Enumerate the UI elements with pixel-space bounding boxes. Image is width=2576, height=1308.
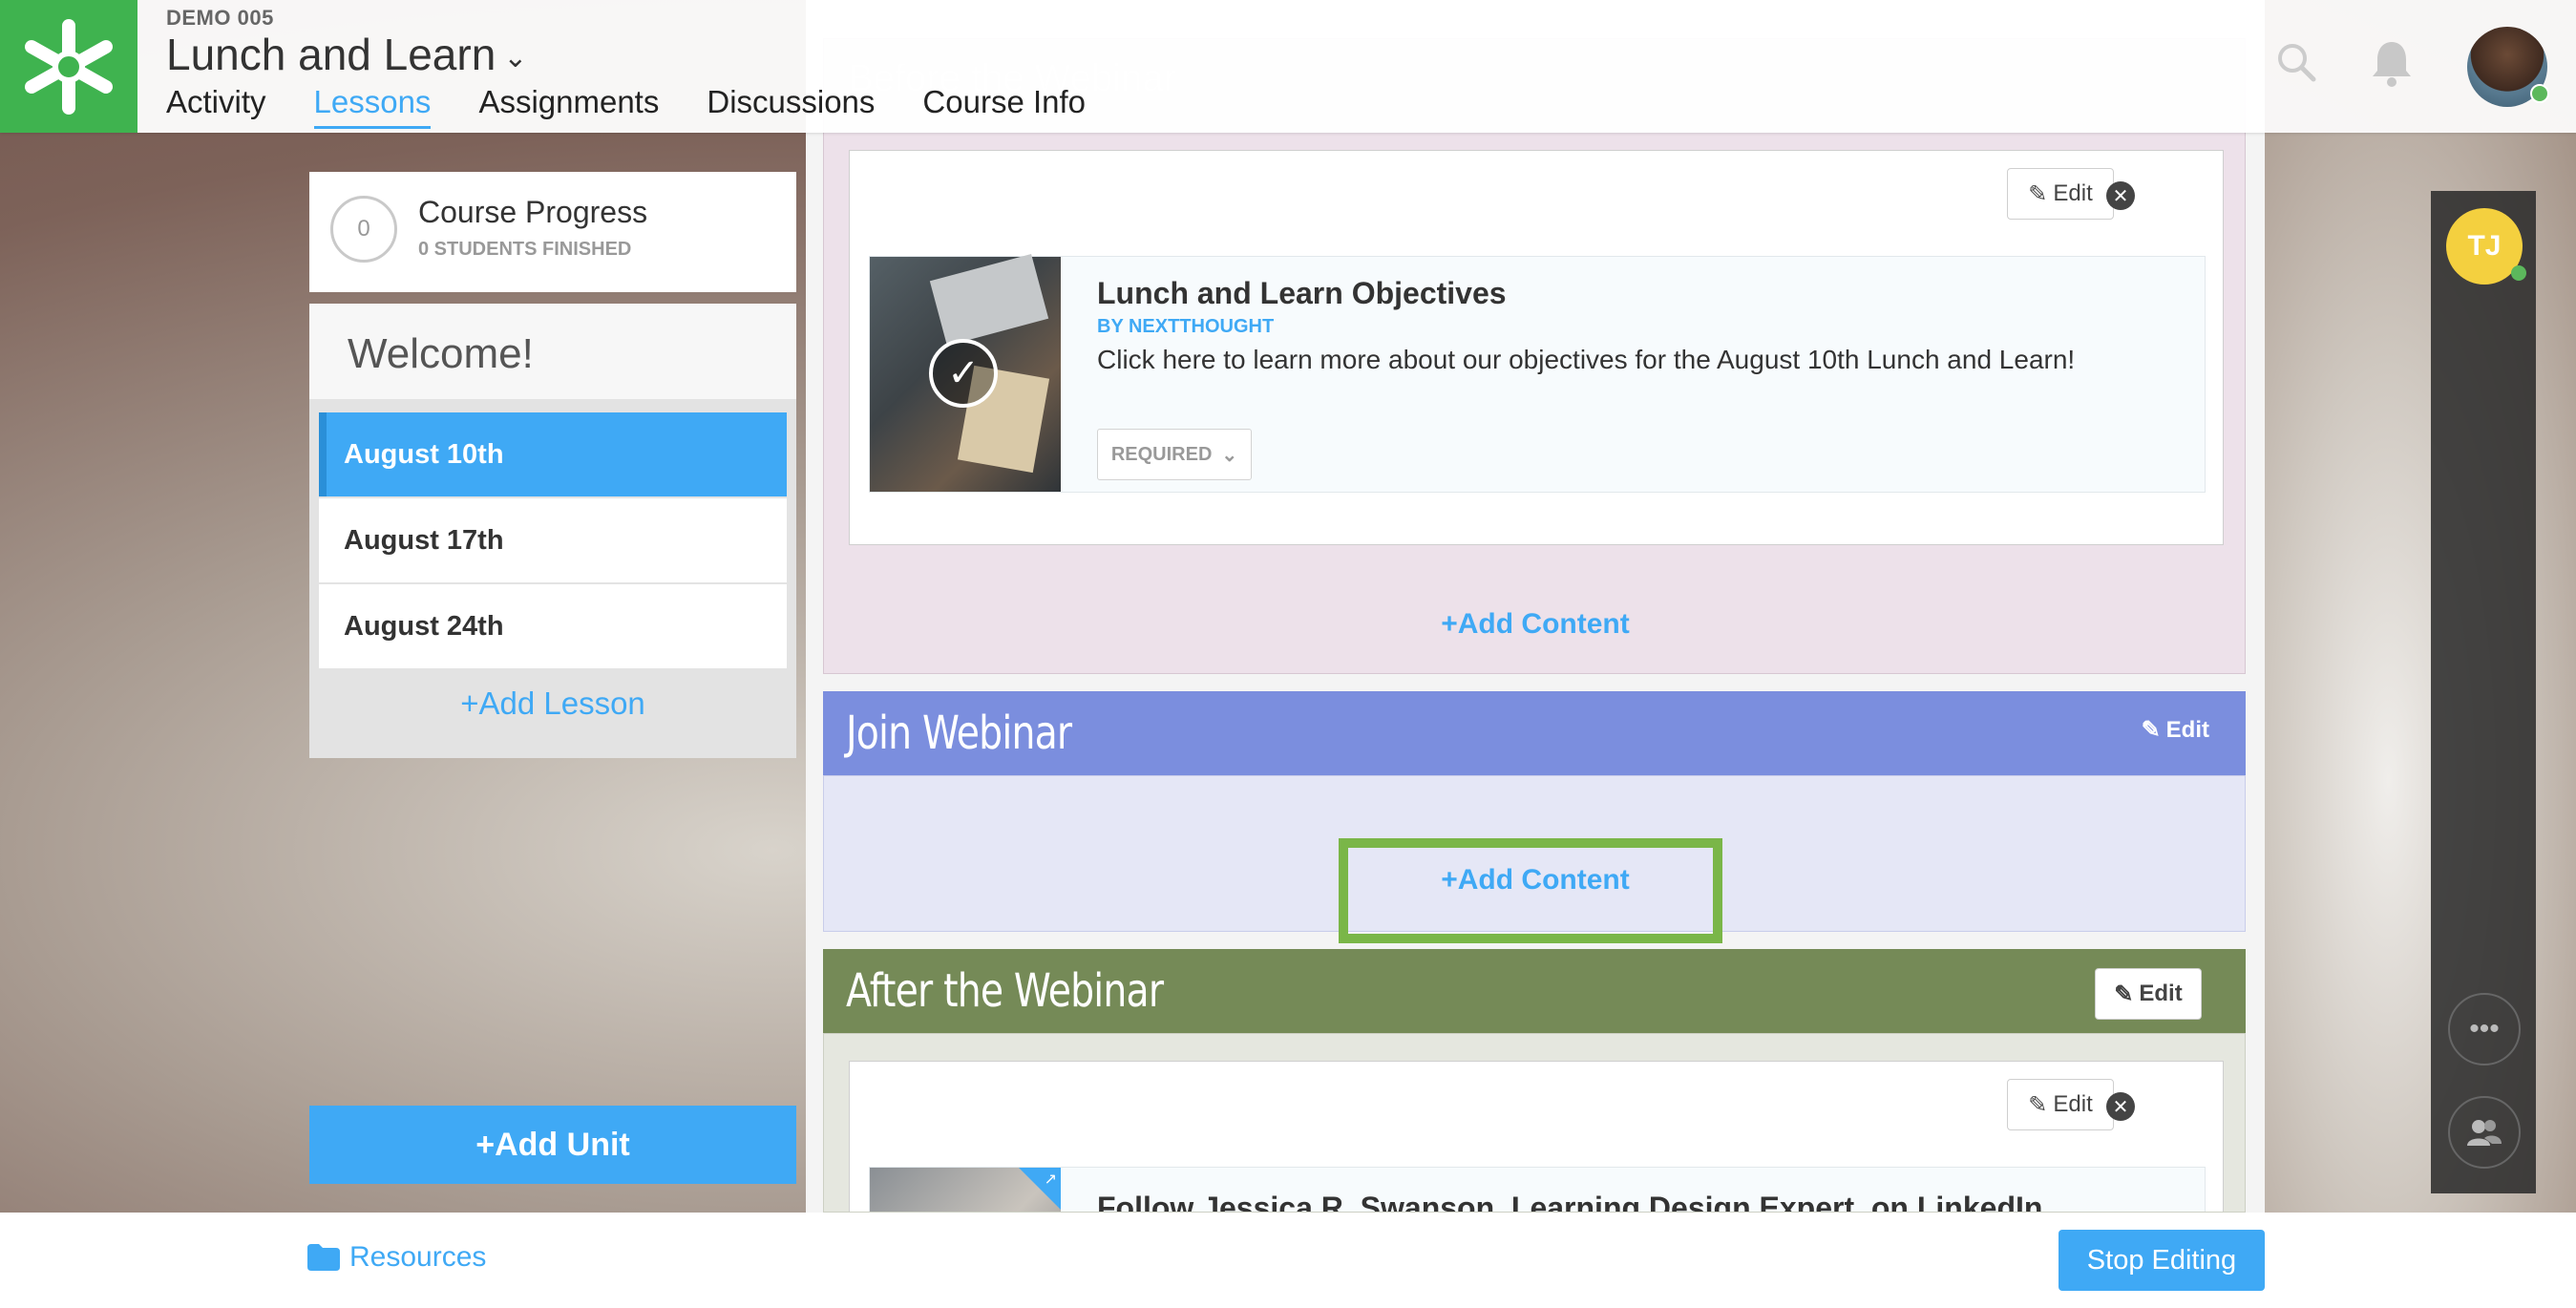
section-after-webinar-header: After the Webinar ✎ Edit xyxy=(823,949,2246,1033)
stop-editing-button[interactable]: Stop Editing xyxy=(2059,1230,2265,1291)
item-thumbnail: ✓ xyxy=(870,253,1061,492)
close-icon[interactable]: ✕ xyxy=(2106,181,2135,210)
contact-avatar[interactable]: TJ xyxy=(2446,208,2526,285)
online-indicator xyxy=(2530,84,2549,103)
edit-label: Edit xyxy=(2165,716,2209,743)
tab-activity[interactable]: Activity xyxy=(166,84,266,129)
search-icon[interactable] xyxy=(2274,40,2318,89)
course-label: DEMO 005 xyxy=(166,6,274,30)
more-icon[interactable]: ••• xyxy=(2448,993,2521,1065)
folder-icon xyxy=(307,1244,340,1271)
pencil-icon: ✎ xyxy=(2028,180,2048,207)
bell-icon[interactable] xyxy=(2370,38,2414,93)
edit-label: Edit xyxy=(2139,981,2183,1006)
edit-section-button[interactable]: ✎ Edit xyxy=(2095,968,2202,1020)
edit-label: Edit xyxy=(2053,180,2093,206)
progress-subtitle: 0 STUDENTS FINISHED xyxy=(418,239,632,260)
item-thumbnail: ↗ xyxy=(870,1168,1061,1212)
item-author[interactable]: BY NEXTTHOUGHT xyxy=(1097,316,1274,338)
section-after-webinar-body: ✎ Edit ✕ ↗ Follow Jessica R. Swanson, Lea… xyxy=(823,1033,2246,1213)
pencil-icon: ✎ xyxy=(2028,1091,2048,1118)
user-avatar[interactable] xyxy=(2467,27,2549,107)
pencil-icon: ✎ xyxy=(2114,981,2134,1007)
item-title: Lunch and Learn Objectives xyxy=(1097,276,1507,310)
section-join-webinar-header: Join Webinar ✎ Edit xyxy=(823,691,2246,775)
add-unit-button[interactable]: +Add Unit xyxy=(309,1106,796,1184)
footer-bar: Resources Stop Editing xyxy=(0,1213,2576,1308)
edit-label: Edit xyxy=(2053,1091,2093,1117)
progress-circle: 0 xyxy=(330,196,397,263)
logo-icon[interactable] xyxy=(0,0,137,133)
required-dropdown[interactable]: REQUIRED ⌄ xyxy=(1097,429,1252,480)
section-before-webinar: ✎ Edit ✕ ✓ Lunch and Learn Objectives BY … xyxy=(823,38,2246,674)
content-item[interactable]: ↗ Follow Jessica R. Swanson, Learning De… xyxy=(869,1167,2206,1213)
add-content-button[interactable]: +Add Content xyxy=(824,608,2247,641)
ghost-section-title: Before the Webinar xyxy=(848,57,1176,99)
lesson-item-august-10[interactable]: August 10th xyxy=(319,412,787,496)
resources-link[interactable]: Resources xyxy=(307,1241,486,1274)
pencil-icon: ✎ xyxy=(2141,717,2161,743)
tab-assignments[interactable]: Assignments xyxy=(478,84,659,129)
close-icon[interactable]: ✕ xyxy=(2106,1092,2135,1121)
contact-initials: TJ xyxy=(2467,230,2502,262)
edit-section-button[interactable]: ✎ Edit xyxy=(2142,716,2209,744)
content-item[interactable]: ✓ Lunch and Learn Objectives BY NEXTTHOU… xyxy=(869,253,2206,493)
add-lesson-button[interactable]: +Add Lesson xyxy=(309,686,796,722)
progress-title: Course Progress xyxy=(418,195,648,229)
section-title: After the Webinar xyxy=(846,964,1164,1018)
item-title: Follow Jessica R. Swanson, Learning Desi… xyxy=(1097,1191,2043,1213)
check-icon: ✓ xyxy=(929,339,998,408)
content-card: ✎ Edit ✕ ✓ Lunch and Learn Objectives BY … xyxy=(849,150,2224,545)
resources-label: Resources xyxy=(349,1241,487,1273)
course-progress-card[interactable]: 0 Course Progress 0 STUDENTS FINISHED xyxy=(309,172,796,292)
chat-rail: TJ ••• xyxy=(2431,191,2536,1193)
lesson-item-august-17[interactable]: August 17th xyxy=(319,498,787,582)
course-title: Lunch and Learn xyxy=(166,30,496,79)
required-label: REQUIRED xyxy=(1110,443,1213,465)
online-indicator xyxy=(2511,265,2526,281)
thumbnail-laptop xyxy=(929,253,1049,347)
content-card: ✎ Edit ✕ ↗ Follow Jessica R. Swanson, Lea… xyxy=(849,1061,2224,1213)
highlight-box xyxy=(1339,838,1722,943)
lesson-item-august-24[interactable]: August 24th xyxy=(319,584,787,668)
course-title-dropdown[interactable]: Lunch and Learn ⌄ xyxy=(166,29,527,80)
section-title: Join Webinar xyxy=(846,707,1072,760)
tab-lessons[interactable]: Lessons xyxy=(313,84,432,129)
unit-title-text: Welcome! xyxy=(348,330,534,377)
chevron-down-icon: ⌄ xyxy=(1221,444,1238,466)
unit-title[interactable]: Welcome! xyxy=(309,304,796,399)
edit-item-button[interactable]: ✎ Edit xyxy=(2007,1079,2114,1130)
external-link-icon: ↗ xyxy=(1044,1171,1057,1188)
lesson-outline: Welcome! August 10th August 17th August … xyxy=(309,304,796,758)
edit-item-button[interactable]: ✎ Edit xyxy=(2007,168,2114,220)
item-description: Click here to learn more about our objec… xyxy=(1097,345,2076,374)
chevron-down-icon: ⌄ xyxy=(503,41,528,74)
top-header: DEMO 005 Lunch and Learn ⌄ Activity Less… xyxy=(0,0,2576,133)
contacts-icon[interactable] xyxy=(2448,1096,2521,1169)
